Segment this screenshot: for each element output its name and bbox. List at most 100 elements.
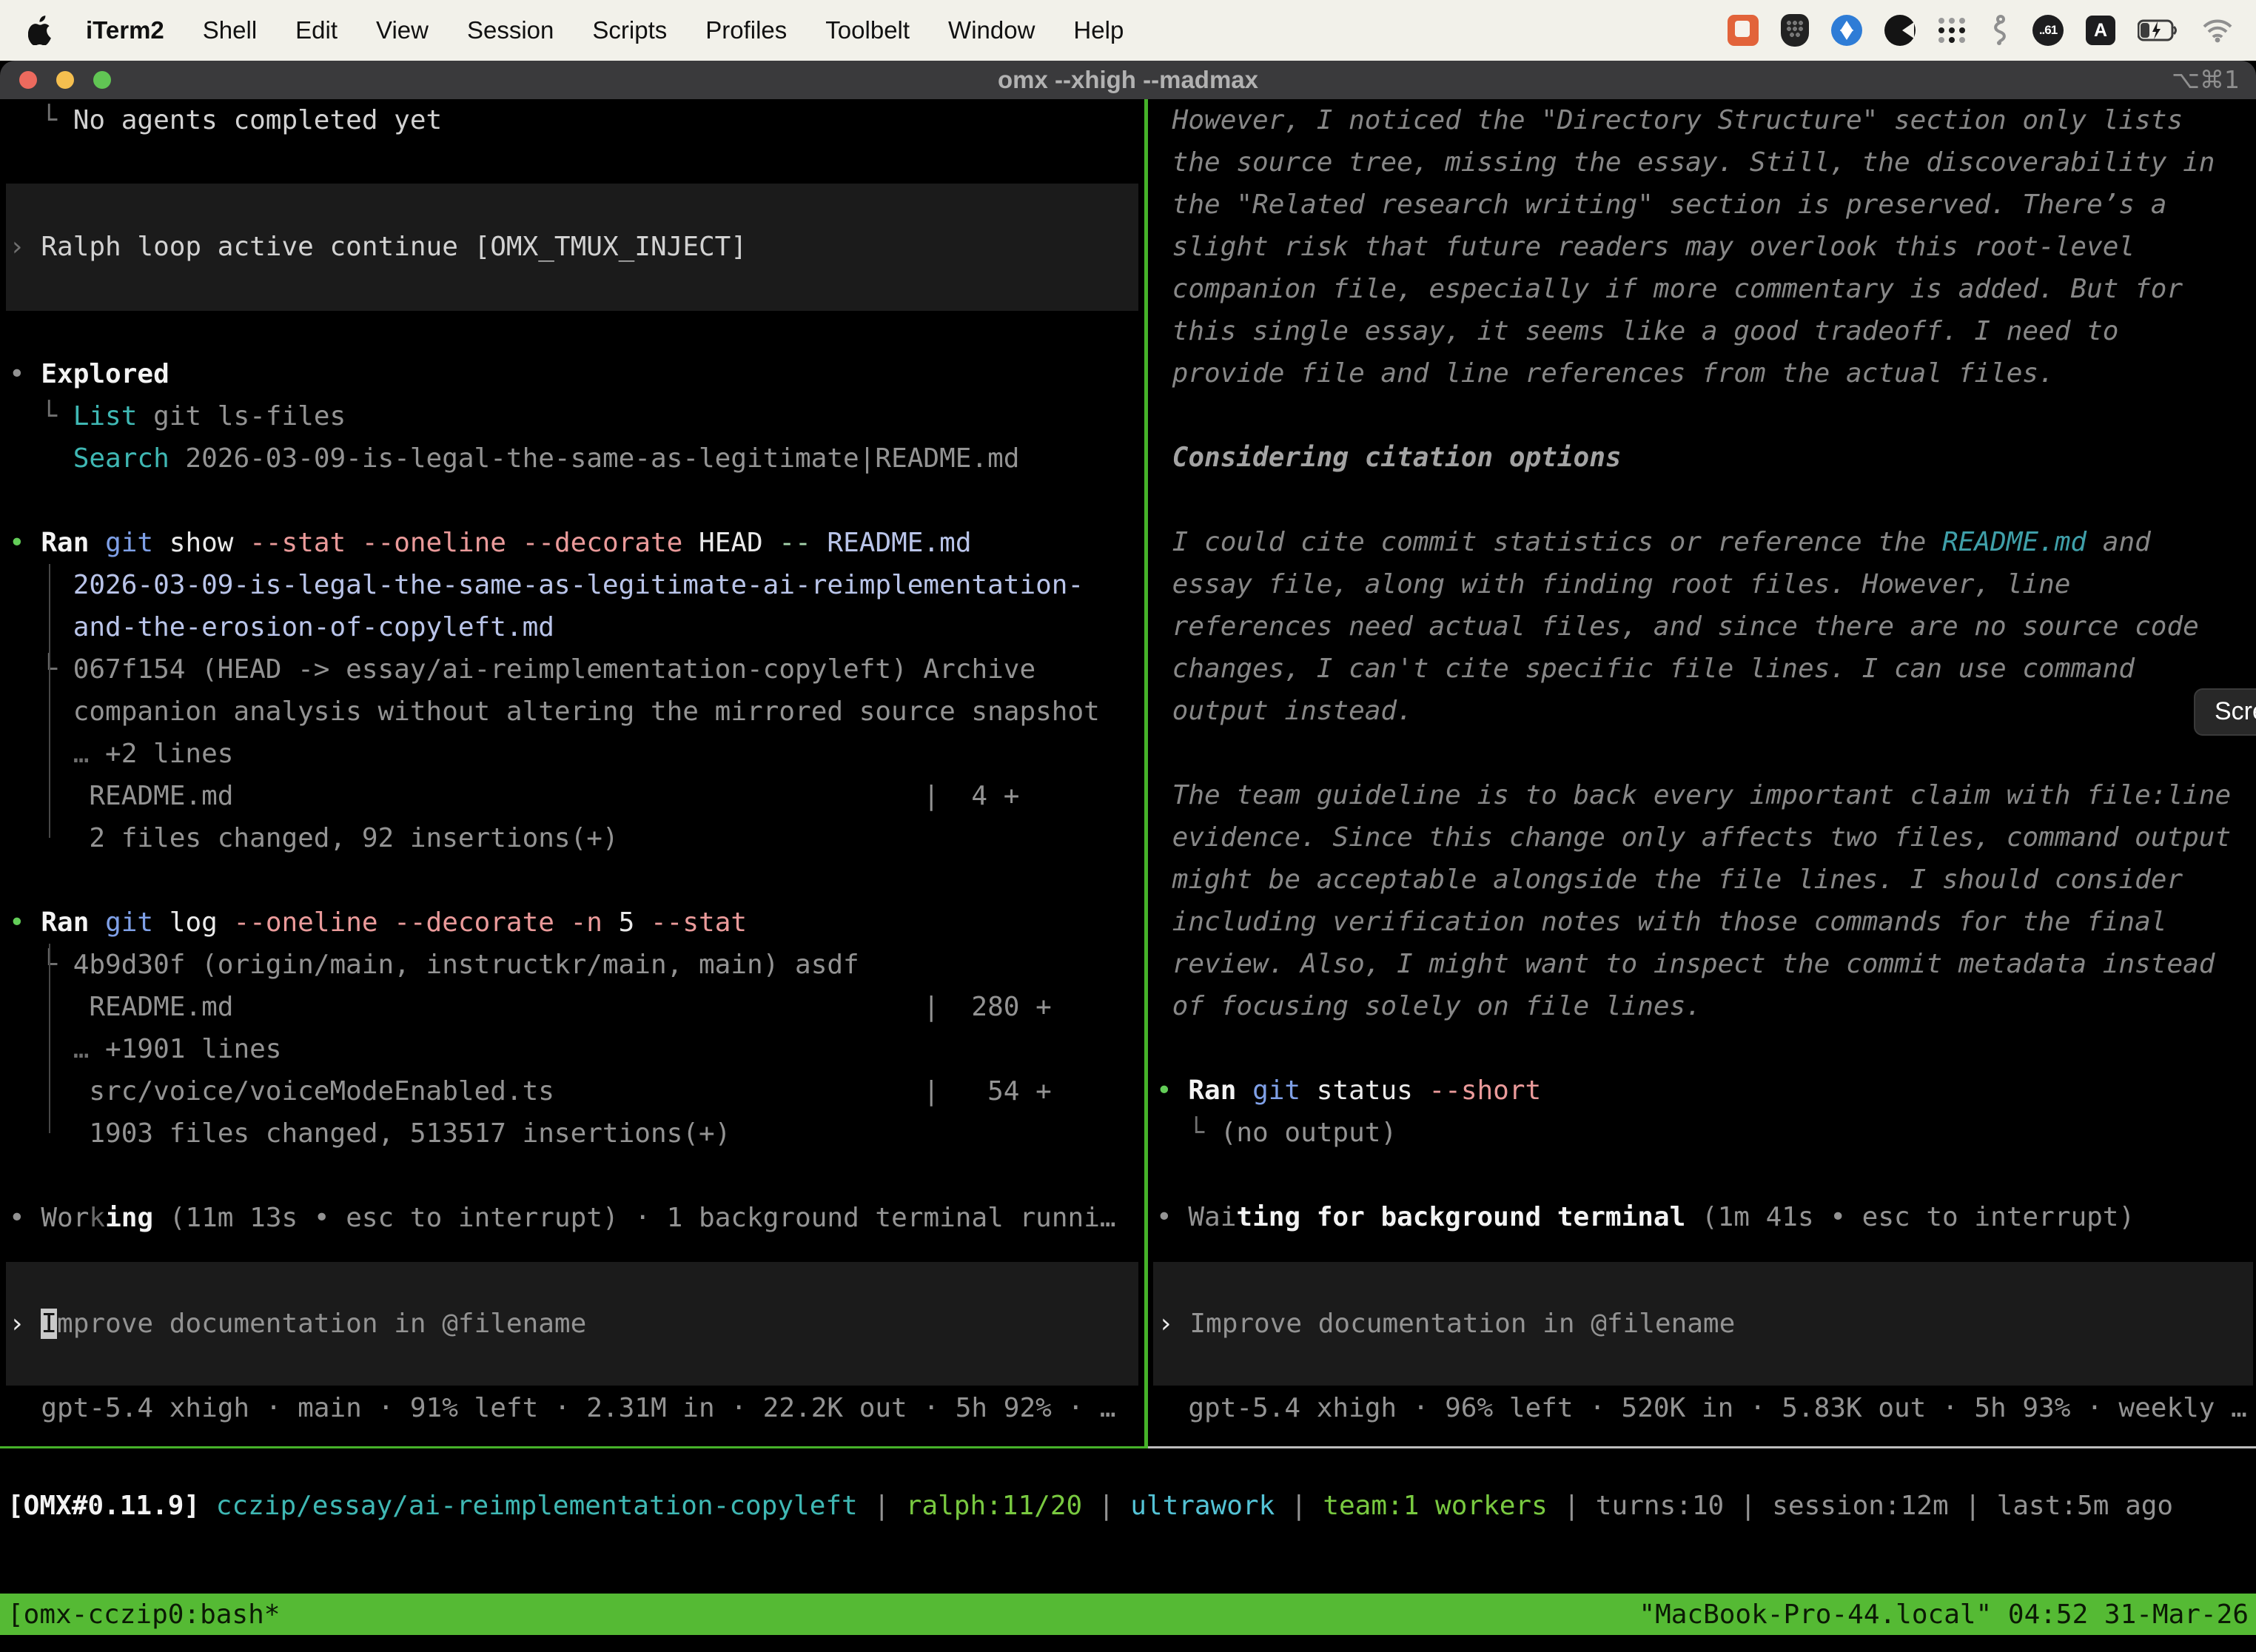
terminal-line: 2026-03-09-is-legal-the-same-as-legitima… (9, 564, 1144, 606)
left-pane[interactable]: └ No agents completed yet › Ralph loop a… (0, 99, 1144, 1446)
terminal-line (1156, 1154, 2256, 1196)
terminal-line: src/voice/voiceModeEnabled.ts | 54 + (9, 1070, 1144, 1112)
left-pane-top: └ No agents completed yet (0, 99, 1144, 184)
terminal-line: the "Related research writing" section i… (1156, 184, 2256, 226)
terminal-line: └ (no output) (1156, 1112, 2256, 1154)
terminal-line (1156, 732, 2256, 774)
omx-status-line: [OMX#0.11.9] cczip/essay/ai-reimplementa… (7, 1485, 2173, 1527)
terminal-line: The team guideline is to back every impo… (1156, 774, 2256, 816)
battery-percent-badge[interactable]: ..61 (2032, 15, 2064, 46)
input-source-icon[interactable]: A (2086, 16, 2115, 45)
menu-item-toolbelt[interactable]: Toolbelt (825, 16, 910, 44)
terminal-line: … +1901 lines (9, 1028, 1144, 1070)
iterm2-window: omx --xhigh --madmax ⌥⌘1 └ No agents com… (0, 61, 2256, 1652)
terminal-line: and-the-erosion-of-copyleft.md (9, 606, 1144, 648)
dots-grid-icon[interactable] (1938, 16, 1966, 44)
terminal-line (1156, 394, 2256, 437)
battery-icon[interactable] (2138, 13, 2179, 47)
terminal-line: gpt-5.4 xhigh · main · 91% left · 2.31M … (9, 1387, 1116, 1429)
terminal-line (1156, 479, 2256, 521)
terminal-line: README.md | 4 + (9, 775, 1144, 817)
terminal-line (9, 141, 1144, 184)
menu-status-icons: ..61 A (1728, 13, 2234, 47)
menu-item-window[interactable]: Window (948, 16, 1035, 44)
menu-item-scripts[interactable]: Scripts (592, 16, 667, 44)
terminal-line: references need actual files, and since … (1156, 605, 2256, 648)
terminal-line: 2 files changed, 92 insertions(+) (9, 817, 1144, 859)
menu-item-iterm2[interactable]: iTerm2 (86, 16, 164, 44)
shield-grid-icon[interactable] (1781, 14, 1809, 47)
tmux-status-bar: [omx-cczip0:bash* "MacBook-Pro-44.local"… (0, 1594, 2256, 1635)
pane-divider[interactable] (1144, 99, 1148, 1448)
menu-item-profiles[interactable]: Profiles (705, 16, 787, 44)
tmux-session-name: [omx-cczip0:bash* (7, 1599, 280, 1630)
left-prompt-input[interactable]: › Improve documentation in @filename (6, 1262, 1138, 1386)
terminal-line: • Explored (9, 353, 1144, 395)
terminal-line: the source tree, missing the essay. Stil… (1156, 141, 2256, 184)
window-title-bar[interactable]: omx --xhigh --madmax ⌥⌘1 (0, 61, 2256, 99)
right-pane-log: However, I noticed the "Directory Struct… (1152, 99, 2256, 1238)
ralph-loop-banner: › Ralph loop active continue [OMX_TMUX_I… (6, 184, 1138, 311)
camera-app-icon[interactable] (1884, 15, 1916, 46)
terminal-line: › Ralph loop active continue [OMX_TMUX_I… (9, 226, 1138, 268)
tmux-host-clock: "MacBook-Pro-44.local" 04:52 31-Mar-26 (1639, 1599, 2249, 1630)
terminal-content: └ No agents completed yet › Ralph loop a… (0, 99, 2256, 1652)
screen-overlay-button[interactable]: Scre (2194, 688, 2256, 736)
terminal-line: › Improve documentation in @filename (1158, 1303, 2253, 1345)
right-pane[interactable]: However, I noticed the "Directory Struct… (1152, 99, 2256, 1446)
blue-badge-icon[interactable] (1831, 15, 1862, 46)
terminal-line: • Waiting for background terminal (1m 41… (1156, 1196, 2256, 1238)
terminal-line: • Ran git log --oneline --decorate -n 5 … (9, 901, 1144, 944)
terminal-line: review. Also, I might want to inspect th… (1156, 943, 2256, 985)
left-pane-status-footer: gpt-5.4 xhigh · main · 91% left · 2.31M … (9, 1387, 1116, 1429)
terminal-line: this single essay, it seems like a good … (1156, 310, 2256, 352)
terminal-line: of focusing solely on file lines. (1156, 985, 2256, 1027)
apple-menu-icon[interactable] (28, 16, 53, 45)
terminal-line: companion analysis without altering the … (9, 691, 1144, 733)
terminal-line: including verification notes with those … (1156, 901, 2256, 943)
terminal-line: slight risk that future readers may over… (1156, 226, 2256, 268)
terminal-line: Considering citation options (1156, 437, 2256, 479)
right-prompt-input[interactable]: › Improve documentation in @filename (1153, 1262, 2253, 1386)
terminal-line: └ 4b9d30f (origin/main, instructkr/main,… (9, 944, 1144, 986)
screen-overlay-label: Scre (2215, 697, 2256, 725)
terminal-line (9, 311, 1144, 353)
left-pane-log: • Explored └ List git ls-files Search 20… (0, 311, 1144, 1239)
screen: iTerm2 Shell Edit View Session Scripts P… (0, 0, 2256, 1652)
menu-item-view[interactable]: View (376, 16, 429, 44)
terminal-line: essay file, along with finding root file… (1156, 563, 2256, 605)
menu-item-help[interactable]: Help (1073, 16, 1124, 44)
menu-item-edit[interactable]: Edit (295, 16, 338, 44)
terminal-line: • Working (11m 13s • esc to interrupt) ·… (9, 1197, 1144, 1239)
terminal-line: └ No agents completed yet (9, 99, 1144, 141)
hook-icon[interactable] (1988, 13, 2010, 47)
terminal-line: However, I noticed the "Directory Struct… (1156, 99, 2256, 141)
chat-app-icon[interactable] (1728, 15, 1759, 46)
terminal-line: … +2 lines (9, 733, 1144, 775)
terminal-line: evidence. Since this change only affects… (1156, 816, 2256, 859)
tree-connector-line (49, 564, 50, 838)
terminal-line: README.md | 280 + (9, 986, 1144, 1028)
terminal-line: gpt-5.4 xhigh · 96% left · 520K in · 5.8… (1156, 1387, 2247, 1429)
terminal-line: I could cite commit statistics or refere… (1156, 521, 2256, 563)
right-pane-status-footer: gpt-5.4 xhigh · 96% left · 520K in · 5.8… (1156, 1387, 2247, 1429)
terminal-line: Search 2026-03-09-is-legal-the-same-as-l… (9, 437, 1144, 480)
terminal-line: └ 067f154 (HEAD -> essay/ai-reimplementa… (9, 648, 1144, 691)
menu-item-shell[interactable]: Shell (203, 16, 257, 44)
tree-connector-line (49, 944, 50, 1133)
terminal-line: changes, I can't cite specific file line… (1156, 648, 2256, 690)
terminal-line: • Ran git status --short (1156, 1070, 2256, 1112)
window-shortcut-badge: ⌥⌘1 (2172, 61, 2240, 99)
terminal-line: 1903 files changed, 513517 insertions(+) (9, 1112, 1144, 1155)
menu-item-session[interactable]: Session (467, 16, 554, 44)
terminal-line (9, 1155, 1144, 1197)
menu-bar: iTerm2 Shell Edit View Session Scripts P… (0, 0, 2256, 61)
terminal-line: › Improve documentation in @filename (9, 1303, 1138, 1345)
wifi-icon[interactable] (2201, 13, 2234, 47)
terminal-line: └ List git ls-files (9, 395, 1144, 437)
window-title: omx --xhigh --madmax (0, 61, 2256, 99)
terminal-line: companion file, especially if more comme… (1156, 268, 2256, 310)
terminal-line (9, 859, 1144, 901)
terminal-line: output instead. (1156, 690, 2256, 732)
terminal-line (9, 480, 1144, 522)
